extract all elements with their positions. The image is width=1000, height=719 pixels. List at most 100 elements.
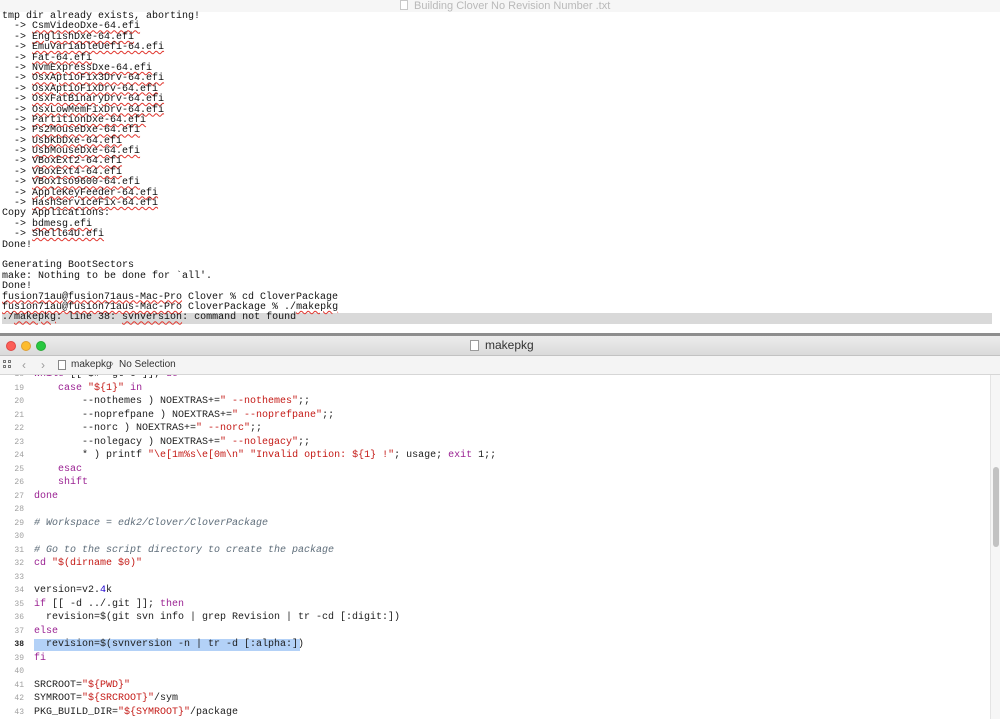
code-line[interactable]: 32 cd "$(dirname $0)" bbox=[0, 557, 990, 571]
code-line[interactable]: 24 * ) printf "\e[1m%s\e[0m\n" "Invalid … bbox=[0, 449, 990, 463]
editor-titlebar[interactable]: makepkg bbox=[0, 336, 1000, 356]
code-line[interactable]: 36 revision=$(git svn info | grep Revisi… bbox=[0, 611, 990, 625]
document-icon bbox=[470, 340, 479, 351]
code-line[interactable]: 40 bbox=[0, 665, 990, 679]
line-number: 37 bbox=[14, 626, 24, 636]
breadcrumb-separator-icon: › bbox=[110, 358, 114, 370]
text-document-window: Building Clover No Revision Number .txt … bbox=[0, 0, 1000, 336]
line-number: 21 bbox=[14, 410, 24, 420]
code-line[interactable]: 21 --noprefpane ) NOEXTRAS+=" --noprefpa… bbox=[0, 409, 990, 423]
text-line: -> VBoxExt2-64.efi bbox=[2, 156, 123, 168]
text-line: make: Nothing to be done for `all'. bbox=[2, 270, 213, 282]
line-number: 31 bbox=[14, 545, 24, 555]
code-lines: 18while [[ $# -gt 0 ]]; do19 case "${1}"… bbox=[0, 375, 990, 719]
code-text: else bbox=[34, 625, 59, 637]
code-line[interactable]: 20 --nothemes ) NOEXTRAS+=" --nothemes";… bbox=[0, 395, 990, 409]
code-line[interactable]: 38 revision=$(svnversion -n | tr -d [:al… bbox=[0, 638, 990, 652]
breadcrumb-file[interactable]: makepkg bbox=[71, 356, 112, 374]
editor-scrollbar[interactable] bbox=[990, 375, 1000, 719]
text-line: -> PartitionDxe-64.efi bbox=[2, 114, 147, 126]
line-number: 33 bbox=[14, 572, 24, 582]
code-line[interactable]: 37 else bbox=[0, 625, 990, 639]
code-line[interactable]: 41 SRCROOT="${PWD}" bbox=[0, 679, 990, 693]
line-number: 34 bbox=[14, 586, 24, 595]
text-line: tmp dir already exists, aborting! bbox=[2, 11, 201, 22]
document-icon bbox=[400, 0, 408, 10]
jump-bar: ‹ › makepkg › No Selection bbox=[0, 356, 1000, 375]
code-text: fi bbox=[34, 652, 47, 664]
text-line: Copy Applications: bbox=[2, 208, 111, 220]
line-number: 26 bbox=[14, 478, 24, 487]
code-line[interactable]: 23 --nolegacy ) NOEXTRAS+=" --nolegacy";… bbox=[0, 436, 990, 450]
code-line[interactable]: 28 bbox=[0, 503, 990, 517]
grid-icon[interactable] bbox=[3, 360, 12, 369]
code-text: case "${1}" in bbox=[58, 382, 143, 394]
text-line: -> VBoxExt4-64.efi bbox=[2, 166, 123, 178]
line-number: 20 bbox=[14, 397, 24, 406]
code-text: revision=$(git svn info | grep Revision … bbox=[34, 612, 401, 623]
file-icon bbox=[58, 360, 66, 370]
code-line[interactable]: 39 fi bbox=[0, 652, 990, 666]
line-number: 25 bbox=[14, 464, 24, 474]
line-number: 38 bbox=[14, 640, 24, 649]
line-number: 35 bbox=[14, 599, 24, 609]
code-text: # Go to the script directory to create t… bbox=[34, 544, 335, 556]
text-line: ./makepkg: line 38: svnversion: command … bbox=[2, 312, 992, 324]
chevron-left-icon[interactable]: ‹ bbox=[22, 356, 26, 374]
chevron-right-icon[interactable]: › bbox=[41, 356, 45, 374]
line-number: 36 bbox=[14, 613, 24, 622]
code-line[interactable]: 34 version=v2.4k bbox=[0, 584, 990, 598]
code-text: --nothemes ) NOEXTRAS+=" --nothemes";; bbox=[34, 396, 311, 407]
text-line: -> Ps2MouseDxe-64.efi bbox=[2, 125, 141, 137]
code-line[interactable]: 25 esac bbox=[0, 463, 990, 477]
text-document-content[interactable]: tmp dir already exists, aborting! -> Csm… bbox=[2, 11, 992, 324]
code-text: if [[ -d ../.git ]]; then bbox=[34, 598, 185, 610]
text-line: -> UsbMouseDxe-64.efi bbox=[2, 146, 141, 158]
text-document-title: Building Clover No Revision Number .txt bbox=[414, 0, 611, 12]
code-line[interactable]: 22 --norc ) NOEXTRAS+=" --norc";; bbox=[0, 422, 990, 436]
code-text: esac bbox=[58, 463, 83, 475]
code-text: version=v2.4k bbox=[34, 585, 113, 596]
line-number: 41 bbox=[14, 680, 24, 690]
code-line[interactable]: 27 done bbox=[0, 490, 990, 504]
scrollbar-thumb[interactable] bbox=[993, 467, 999, 547]
code-line[interactable]: 26 shift bbox=[0, 476, 990, 490]
text-line: -> Shell64U.efi bbox=[2, 229, 105, 241]
minimize-window-icon[interactable] bbox=[21, 341, 31, 351]
code-text: # Workspace = edk2/Clover/CloverPackage bbox=[34, 517, 269, 529]
code-line[interactable]: 42 SYMROOT="${SRCROOT}"/sym bbox=[0, 692, 990, 706]
text-line: -> bdmesg.efi bbox=[2, 218, 93, 230]
line-number: 42 bbox=[14, 694, 24, 703]
code-line[interactable]: 31 # Go to the script directory to create… bbox=[0, 544, 990, 558]
line-number: 24 bbox=[14, 451, 24, 460]
code-line[interactable]: 43 PKG_BUILD_DIR="${SYMROOT}"/package bbox=[0, 706, 990, 719]
code-text: * ) printf "\e[1m%s\e[0m\n" "Invalid opt… bbox=[34, 450, 497, 461]
editor-title: makepkg bbox=[485, 338, 534, 352]
code-editor-window: makepkg ‹ › makepkg › No Selection 18whi… bbox=[0, 336, 1000, 719]
code-line[interactable]: 30 bbox=[0, 530, 990, 544]
text-line: Done! bbox=[2, 239, 33, 251]
breadcrumb-selection[interactable]: No Selection bbox=[119, 356, 176, 374]
code-line[interactable]: 35 if [[ -d ../.git ]]; then bbox=[0, 598, 990, 612]
line-number: 40 bbox=[14, 667, 24, 676]
code-line[interactable]: 19 case "${1}" in bbox=[0, 382, 990, 396]
code-line[interactable]: 29 # Workspace = edk2/Clover/CloverPackag… bbox=[0, 517, 990, 531]
zoom-window-icon[interactable] bbox=[36, 341, 46, 351]
code-editor[interactable]: 18while [[ $# -gt 0 ]]; do19 case "${1}"… bbox=[0, 375, 990, 719]
text-line bbox=[2, 251, 992, 261]
code-text: --noprefpane ) NOEXTRAS+=" --noprefpane"… bbox=[34, 409, 335, 421]
text-line: -> UsbKbDxe-64.efi bbox=[2, 135, 123, 147]
text-line: -> HashServiceFix-64.efi bbox=[2, 198, 159, 210]
line-number: 27 bbox=[14, 491, 24, 501]
line-number: 19 bbox=[14, 383, 24, 393]
code-text: SYMROOT="${SRCROOT}"/sym bbox=[34, 693, 179, 704]
text-line: -> CsmVideoDxe-64.efi bbox=[2, 21, 141, 33]
line-number: 23 bbox=[14, 437, 24, 447]
code-text: --nolegacy ) NOEXTRAS+=" --nolegacy";; bbox=[34, 436, 311, 448]
line-number: 43 bbox=[14, 707, 24, 717]
code-line[interactable]: 33 bbox=[0, 571, 990, 585]
close-window-icon[interactable] bbox=[6, 341, 16, 351]
code-text: cd "$(dirname $0)" bbox=[34, 558, 143, 569]
line-number: 30 bbox=[14, 532, 24, 541]
code-text: shift bbox=[58, 477, 89, 488]
